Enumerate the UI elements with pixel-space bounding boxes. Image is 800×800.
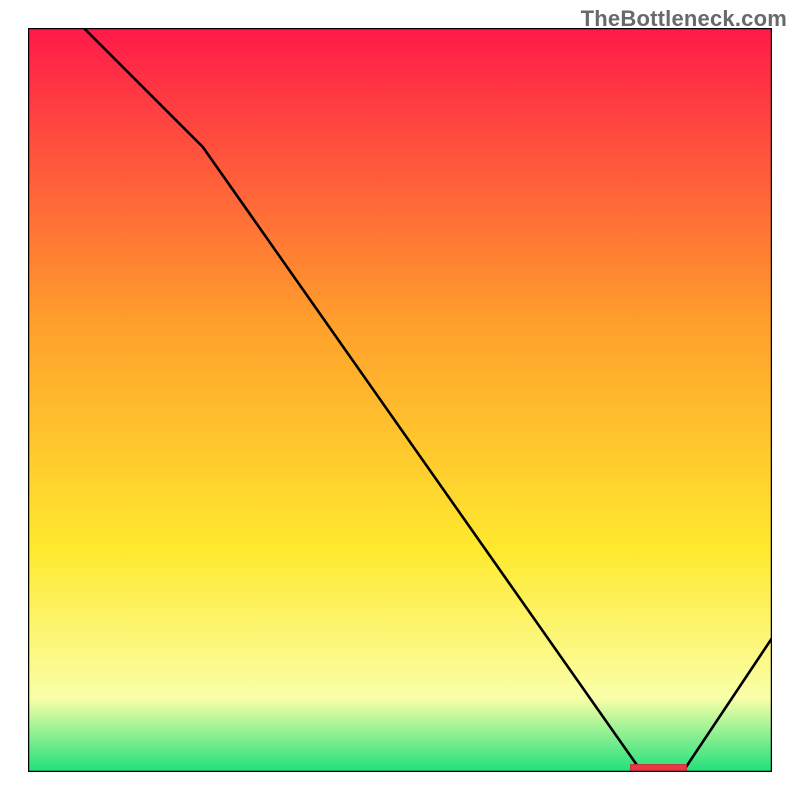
chart-svg xyxy=(28,28,772,772)
plot-area xyxy=(28,28,772,772)
chart-container: TheBottleneck.com xyxy=(0,0,800,800)
gradient-background xyxy=(28,28,772,772)
